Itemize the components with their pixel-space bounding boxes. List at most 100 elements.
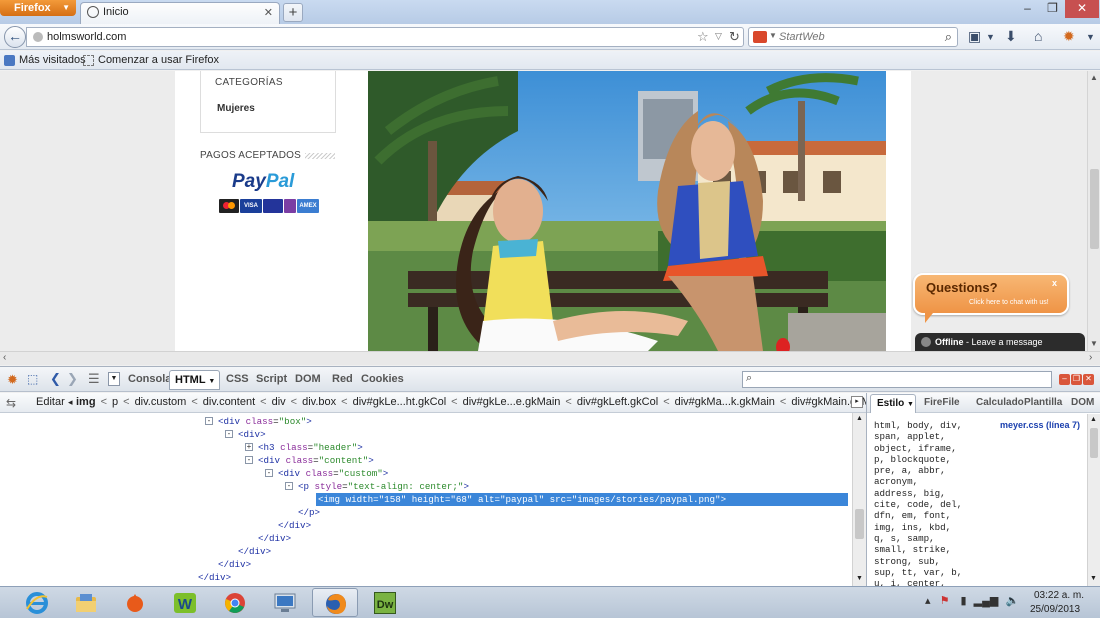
reload-icon[interactable]: ↻ (729, 29, 740, 45)
taskbar-internet-explorer[interactable] (14, 588, 60, 617)
tree-node[interactable]: - <p style="text-align: center;"> (285, 480, 469, 493)
site-identity-icon[interactable] (33, 32, 43, 42)
tree-node[interactable]: </div> (258, 532, 291, 545)
firefox-menu-button[interactable]: Firefox ▼ (0, 0, 76, 16)
search-input[interactable] (779, 30, 929, 44)
taskbar-firefox[interactable] (312, 588, 358, 617)
taskbar-remote-desktop[interactable] (262, 588, 308, 617)
breadcrumb-item[interactable]: p (112, 396, 118, 408)
downloads-icon[interactable]: ⬇ (1005, 28, 1017, 45)
chat-close-button[interactable]: x (1052, 278, 1057, 288)
scroll-down-icon[interactable]: ▼ (1090, 575, 1097, 582)
search-engine-icon[interactable] (753, 31, 767, 43)
taskbar-webcopier[interactable]: W (162, 588, 208, 617)
panel-dropdown-icon[interactable]: ▼ (108, 372, 120, 386)
panel-menu-icon[interactable]: ☰ (88, 371, 100, 387)
window-close-button[interactable]: ✕ (1065, 0, 1099, 18)
scroll-up-icon[interactable]: ▲ (856, 415, 863, 422)
firebug-menu-icon[interactable]: ✹ (7, 372, 18, 388)
clock-date[interactable]: 25/09/2013 (1030, 604, 1080, 615)
css-source-link[interactable]: meyer.css (línea 7) (1000, 420, 1080, 430)
window-maximize-button[interactable]: ❐ (1040, 0, 1065, 18)
breadcrumb-item[interactable]: div.custom (135, 396, 187, 408)
scrollbar-thumb[interactable] (1090, 169, 1099, 249)
firebug-icon[interactable]: ✹ (1063, 28, 1075, 45)
breadcrumb-scroll-right-icon[interactable]: ▸ (851, 396, 863, 408)
scroll-up-icon[interactable]: ▲ (1090, 73, 1098, 82)
tree-node[interactable]: </div> (218, 558, 251, 571)
breadcrumb-item[interactable]: img (76, 396, 96, 408)
search-bar[interactable]: ▼ ⌕ (748, 27, 958, 47)
scroll-left-icon[interactable]: ‹ (3, 352, 6, 363)
scrollbar-thumb[interactable] (1090, 428, 1098, 458)
volume-icon[interactable]: 🔈 (1005, 595, 1019, 607)
new-tab-button[interactable]: + (283, 3, 303, 22)
tab-dom-side[interactable]: DOM (1071, 397, 1094, 408)
breadcrumb-item[interactable]: div.box (302, 396, 336, 408)
firebug-close-button[interactable]: ✕ (1083, 374, 1094, 385)
tree-node[interactable]: </div> (198, 571, 231, 584)
bookmark-star-icon[interactable]: ☆ (697, 29, 709, 45)
tab-firefile[interactable]: FireFile (924, 397, 960, 408)
url-history-dropdown-icon[interactable]: ▽ (715, 31, 722, 42)
collapse-node-icon[interactable]: - (205, 417, 213, 425)
tree-node[interactable]: </p> (298, 506, 320, 519)
url-input[interactable] (47, 30, 687, 44)
network-signal-icon[interactable]: ▂▄▆ (974, 595, 999, 607)
tab-red[interactable]: Red (332, 373, 353, 385)
show-hidden-icons-icon[interactable]: ▴ (925, 595, 931, 607)
chat-questions-bubble[interactable]: Questions? Click here to chat with us! x (913, 273, 1069, 323)
search-icon[interactable]: ⌕ (945, 29, 952, 45)
search-engine-dropdown-icon[interactable]: ▼ (769, 31, 777, 40)
taskbar-chrome[interactable] (212, 588, 258, 617)
tab-html[interactable]: HTML ▼ (169, 370, 220, 390)
tab-inicio[interactable]: Inicio ✕ (80, 2, 280, 24)
scroll-right-icon[interactable]: › (1089, 352, 1092, 363)
tree-node[interactable]: - <div class="content"> (245, 454, 374, 467)
breadcrumb-item[interactable]: div#gkLe...ht.gkCol (353, 396, 447, 408)
scroll-down-icon[interactable]: ▼ (1090, 339, 1098, 348)
screenshot-tool-icon[interactable]: ▣ (968, 28, 981, 45)
tree-node[interactable]: </div> (238, 545, 271, 558)
breadcrumb-item[interactable]: div#gkLeft.gkCol (577, 396, 658, 408)
side-panel-scrollbar[interactable]: ▲ ▼ (1087, 414, 1100, 586)
url-bar[interactable]: ☆ ▽ ↻ (26, 27, 744, 47)
category-link-mujeres[interactable]: Mujeres (217, 103, 255, 114)
breadcrumb-item[interactable]: div#gkMa...k.gkMain (675, 396, 775, 408)
firebug-detach-button[interactable]: ❐ (1071, 374, 1082, 385)
clock-time[interactable]: 03:22 a. m. (1034, 590, 1084, 601)
tree-node[interactable]: - <div> (225, 428, 266, 441)
firebug-dropdown-icon[interactable]: ▼ (1086, 32, 1095, 42)
collapse-node-icon[interactable]: - (265, 469, 273, 477)
tree-node[interactable]: - <div class="box"> (205, 415, 312, 428)
firebug-search-input[interactable]: ⌕ (742, 371, 1052, 388)
bookmark-most-visited[interactable]: Más visitados (19, 54, 86, 66)
taskbar-app-orange[interactable] (112, 588, 158, 617)
collapse-node-icon[interactable]: - (225, 430, 233, 438)
breadcrumb-scroll-left-icon[interactable]: ◂ (68, 397, 73, 408)
firebug-minimize-button[interactable]: – (1059, 374, 1070, 385)
back-button[interactable]: ← (4, 26, 26, 48)
tree-node[interactable]: </div> (278, 519, 311, 532)
page-horizontal-scrollbar[interactable]: ‹ › (0, 351, 1100, 365)
tree-node-selected[interactable]: <img width="158" height="68" alt="paypal… (318, 493, 726, 506)
expand-node-icon[interactable]: + (245, 443, 253, 451)
forward-arrow-icon[interactable]: ❯ (67, 371, 78, 387)
inspect-element-icon[interactable]: ⬚ (27, 372, 38, 386)
chat-offline-bar[interactable]: Offline - Leave a message (915, 333, 1085, 351)
back-arrow-icon[interactable]: ❮ (50, 371, 61, 387)
scrollbar-thumb[interactable] (855, 509, 864, 539)
tool-dropdown-icon[interactable]: ▼ (986, 32, 995, 42)
tab-dom[interactable]: DOM (295, 373, 321, 385)
tab-calculado[interactable]: Calculado (976, 397, 1024, 408)
tab-cookies[interactable]: Cookies (361, 373, 404, 385)
battery-icon[interactable]: ▮ (961, 595, 967, 607)
tab-css[interactable]: CSS (226, 373, 249, 385)
tab-script[interactable]: Script (256, 373, 287, 385)
tab-estilo[interactable]: Estilo ▼ (870, 394, 916, 413)
page-vertical-scrollbar[interactable]: ▲ ▼ (1087, 71, 1100, 351)
action-center-icon[interactable]: ⚑ (940, 595, 950, 607)
home-icon[interactable]: ⌂ (1034, 28, 1042, 44)
breadcrumb-item[interactable]: div (272, 396, 286, 408)
tab-plantilla[interactable]: Plantilla (1024, 397, 1062, 408)
